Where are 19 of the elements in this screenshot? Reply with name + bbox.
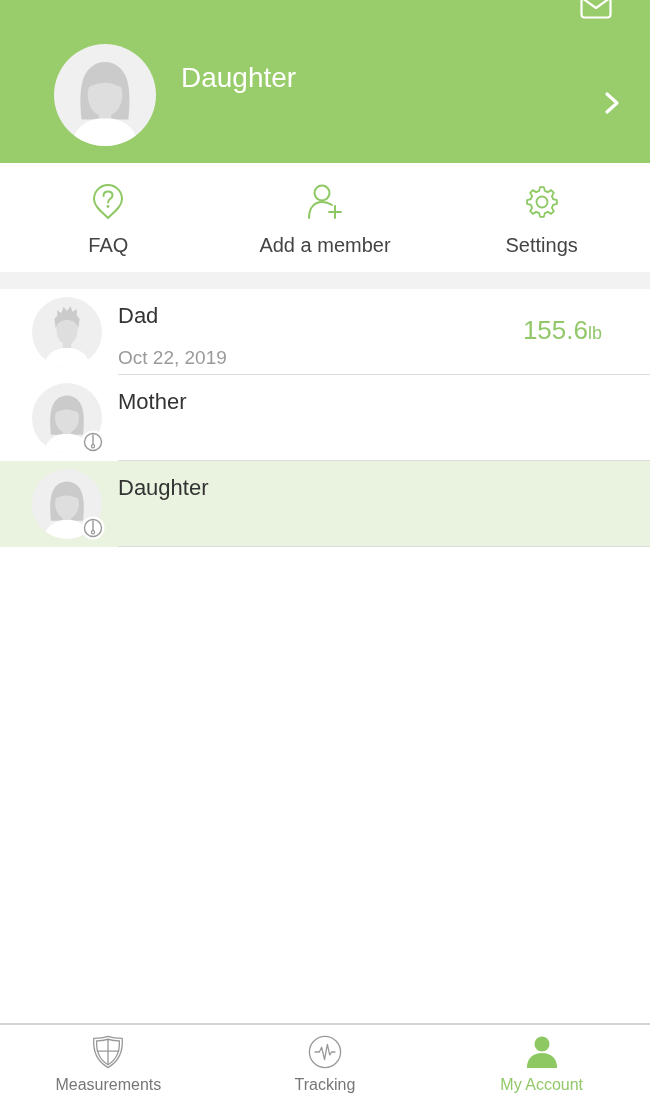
weight-reading: 155.6lb [522,315,602,347]
faq-button[interactable]: FAQ [88,163,129,257]
mail-icon[interactable] [580,0,612,21]
shield-icon [91,1035,126,1069]
chevron-right-icon[interactable] [604,91,620,115]
gear-icon [523,184,560,220]
settings-button[interactable]: Settings [505,163,578,257]
member-name: Dad [118,303,159,329]
tab[interactable]: Measurements [55,1025,162,1095]
member-name: Daughter [118,475,209,501]
tab[interactable]: Tracking [294,1025,356,1095]
add-member-button[interactable]: Add a member [259,163,391,257]
profile-name: Daughter [181,61,297,95]
pulse-icon [308,1035,342,1069]
member-row[interactable]: Daughter [0,461,650,547]
person-icon [524,1035,559,1069]
measurement-date: Oct 22, 2019 [118,347,227,369]
member-name: Mother [118,389,187,415]
add-person-icon [307,184,343,220]
